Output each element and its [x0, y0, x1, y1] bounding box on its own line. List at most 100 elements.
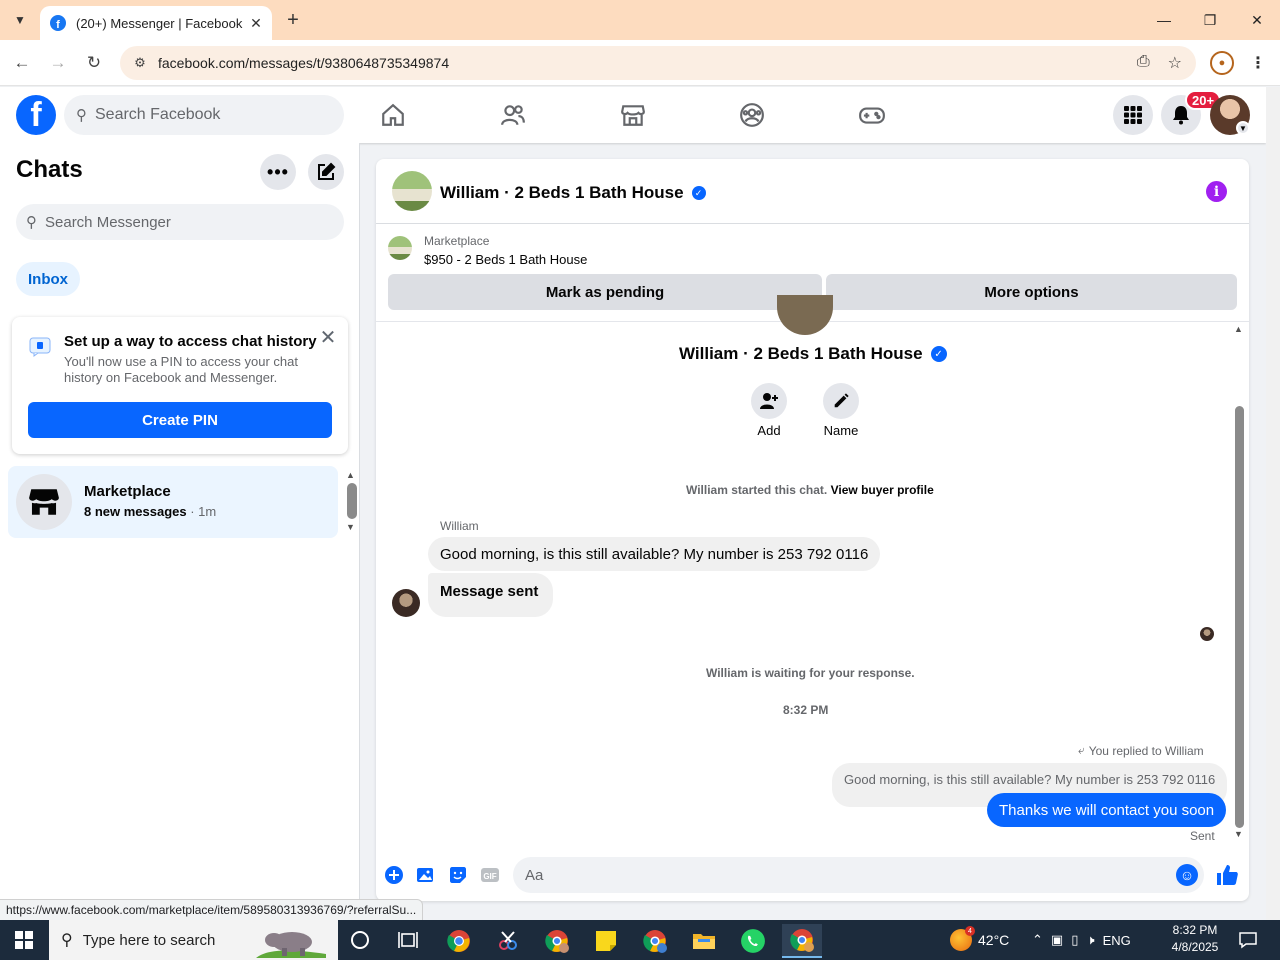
attach-photo-icon[interactable] — [415, 864, 437, 886]
chrome-profile-2-taskbar-icon[interactable] — [635, 924, 675, 958]
chrome-profile-taskbar-icon[interactable] — [537, 924, 577, 958]
more-actions-plus-icon[interactable] — [383, 864, 405, 886]
restore-icon[interactable]: ❐ — [1196, 6, 1224, 34]
volume-icon[interactable]: 🕨 — [1086, 932, 1094, 948]
forward-arrow-icon[interactable]: → — [46, 51, 70, 75]
listing-title[interactable]: $950 - 2 Beds 1 Bath House — [424, 252, 587, 267]
emoji-icon[interactable]: ☺ — [1176, 864, 1198, 886]
page-scrollbar[interactable] — [1266, 87, 1280, 920]
tray-overflow-chevron-icon[interactable]: ⌃ — [1032, 932, 1043, 948]
sticker-icon[interactable] — [447, 864, 469, 886]
chat-started-text: William started this chat. — [686, 483, 828, 497]
seen-receipt-avatar — [1200, 627, 1214, 641]
facebook-logo-icon[interactable]: f — [16, 95, 56, 135]
pin-card-close-icon[interactable]: ✕ — [316, 325, 340, 349]
chats-options-more-icon[interactable]: ••• — [260, 154, 296, 190]
search-icon: ⚲ — [61, 932, 73, 949]
chat-item-time: · 1m — [186, 504, 217, 519]
file-explorer-icon[interactable] — [684, 924, 724, 958]
search-highlight-hippo-icon — [256, 924, 326, 958]
chrome-menu-icon[interactable]: ⋮ — [1248, 51, 1268, 75]
taskbar-clock[interactable]: 8:32 PM 4/8/2025 — [1164, 922, 1226, 956]
address-bar[interactable]: ⚙ facebook.com/messages/t/93806487353498… — [120, 46, 1196, 80]
conversation-info-icon[interactable]: i — [1206, 181, 1227, 202]
snipping-tool-icon[interactable] — [488, 924, 528, 958]
sticky-notes-icon[interactable] — [586, 924, 626, 958]
conversation-avatar[interactable] — [392, 171, 432, 211]
verified-badge-icon: ✓ — [691, 186, 706, 200]
sender-avatar[interactable] — [392, 589, 420, 617]
minimize-icon[interactable]: — — [1150, 6, 1178, 34]
home-icon[interactable] — [377, 99, 409, 131]
sidebar-scrollbar-thumb[interactable] — [347, 483, 357, 519]
battery-icon[interactable]: ▯ — [1071, 932, 1078, 948]
network-icon[interactable]: ▣ — [1051, 932, 1063, 948]
menu-grid-icon[interactable] — [1113, 95, 1153, 135]
install-app-icon[interactable]: ⎙ — [1137, 53, 1150, 73]
taskbar-search-box[interactable]: ⚲ Type here to search — [49, 920, 338, 960]
browser-tab-active[interactable]: f (20+) Messenger | Facebook ✕ — [40, 6, 272, 40]
chrome-active-taskbar-icon[interactable] — [782, 924, 822, 958]
tab-close-icon[interactable]: ✕ — [248, 15, 264, 32]
outgoing-message-bubble[interactable]: Thanks we will contact you soon — [987, 793, 1227, 827]
more-options-button[interactable]: More options — [826, 274, 1237, 310]
messenger-search-input[interactable]: ⚲ Search Messenger — [16, 204, 344, 240]
reload-icon[interactable]: ↻ — [82, 51, 106, 75]
weather-alert-badge: 4 — [965, 926, 975, 936]
whatsapp-icon[interactable] — [733, 924, 773, 958]
action-center-icon[interactable] — [1236, 928, 1260, 952]
message-input[interactable] — [525, 866, 1125, 884]
windows-start-icon[interactable] — [0, 920, 48, 960]
account-chevron-icon[interactable]: ▼ — [1236, 121, 1250, 135]
conversation-scroll-down-icon[interactable]: ▼ — [1234, 829, 1243, 839]
tab-title: (20+) Messenger | Facebook — [76, 15, 243, 31]
edit-name-pencil-icon[interactable] — [823, 383, 859, 419]
address-url: facebook.com/messages/t/9380648735349874 — [158, 55, 450, 71]
new-message-compose-icon[interactable] — [308, 154, 344, 190]
chrome-taskbar-icon[interactable] — [439, 924, 479, 958]
input-language[interactable]: ENG — [1103, 933, 1131, 948]
bookmark-star-icon[interactable]: ☆ — [1168, 53, 1182, 73]
window-close-icon[interactable]: ✕ — [1243, 6, 1271, 34]
marketplace-icon[interactable] — [617, 99, 649, 131]
create-pin-button[interactable]: Create PIN — [28, 402, 332, 438]
new-tab-plus-icon[interactable]: + — [282, 8, 304, 32]
chat-lock-icon — [28, 334, 52, 358]
thumbs-up-like-icon[interactable] — [1214, 862, 1240, 888]
sidebar-scroll-up-icon[interactable]: ▲ — [346, 470, 355, 480]
inbox-tab[interactable]: Inbox — [16, 262, 80, 296]
replied-label: You replied to William — [1088, 743, 1204, 758]
facebook-search-input[interactable]: ⚲ Search Facebook — [64, 95, 344, 135]
messenger-search-placeholder: Search Messenger — [45, 213, 171, 231]
weather-temperature: 42°C — [978, 932, 1010, 948]
chrome-profile-icon[interactable]: ● — [1210, 51, 1234, 75]
chat-started-note: William started this chat. View buyer pr… — [686, 483, 934, 497]
gif-icon[interactable]: GIF — [479, 864, 501, 886]
groups-icon[interactable] — [736, 99, 768, 131]
tab-search-chevron-icon[interactable]: ▼ — [8, 8, 32, 32]
facebook-favicon-icon: f — [50, 15, 66, 31]
chat-item-name: Marketplace — [84, 483, 171, 500]
back-arrow-icon[interactable]: ← — [10, 51, 34, 75]
gaming-icon[interactable] — [856, 99, 888, 131]
message-composer[interactable] — [513, 857, 1204, 893]
task-view-icon[interactable] — [396, 928, 420, 952]
conversation-scrollbar-thumb[interactable] — [1235, 406, 1244, 828]
mark-as-pending-button[interactable]: Mark as pending — [388, 274, 822, 310]
add-person-button[interactable] — [751, 383, 787, 419]
conversation-title[interactable]: William · 2 Beds 1 Bath House ✓ — [440, 183, 706, 203]
clock-date: 4/8/2025 — [1171, 940, 1219, 954]
sidebar-scroll-down-icon[interactable]: ▼ — [346, 522, 355, 532]
site-settings-icon[interactable]: ⚙ — [130, 55, 150, 71]
weather-widget[interactable]: 4 42°C — [950, 926, 1009, 954]
search-icon: ⚲ — [76, 107, 87, 124]
system-tray: ⌃ ▣ ▯ 🕨 ENG — [1032, 920, 1131, 960]
cortana-circle-icon[interactable] — [348, 928, 372, 952]
view-buyer-profile-link[interactable]: View buyer profile — [831, 483, 934, 497]
incoming-message-bubble[interactable]: Message sent — [428, 573, 554, 617]
incoming-message-bubble[interactable]: Good morning, is this still available? M… — [428, 537, 881, 571]
listing-thumbnail[interactable] — [388, 236, 412, 260]
taskbar-search-placeholder: Type here to search — [82, 931, 216, 949]
friends-icon[interactable] — [497, 99, 529, 131]
conversation-scroll-up-icon[interactable]: ▲ — [1234, 324, 1243, 334]
